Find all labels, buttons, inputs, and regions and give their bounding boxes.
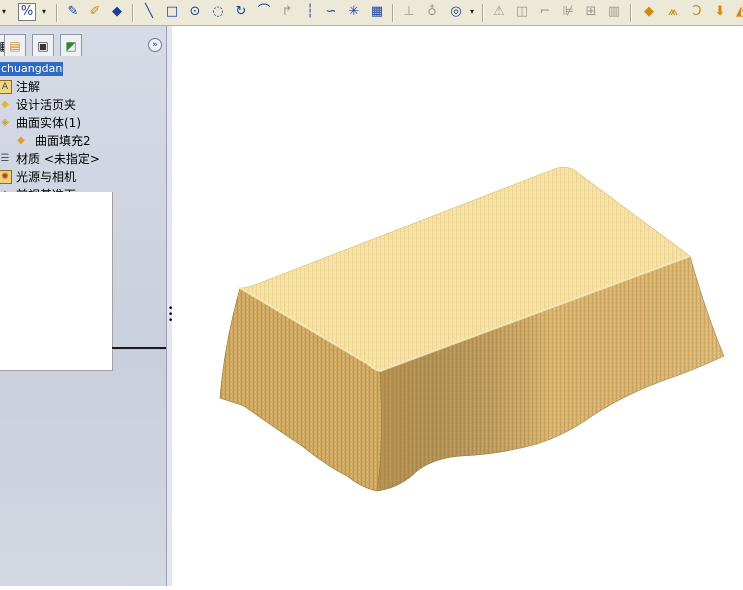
point-icon[interactable]: ✳ (345, 3, 363, 21)
toolbar-separator (482, 4, 484, 22)
tree-item-label: 曲面实体(1) (16, 116, 81, 130)
blank-popup-window (0, 192, 113, 371)
spline-icon[interactable]: ∽ (322, 3, 340, 21)
percent-dropdown-icon[interactable]: ▾ (40, 3, 48, 21)
tree-root[interactable]: chuangdan (0, 60, 166, 78)
revolve-surface-icon[interactable]: ⩕ (664, 3, 682, 21)
fillet-sketch-icon[interactable]: ↱ (278, 3, 296, 21)
reference-axis-icon[interactable]: ♁ (423, 3, 441, 21)
reference-plane-icon[interactable]: ⊥ (400, 3, 418, 21)
graphics-viewport[interactable] (172, 26, 743, 586)
trim-icon[interactable]: ⌐ (536, 3, 554, 21)
centerpoint-arc-icon[interactable]: ◌ (209, 3, 227, 21)
circle-icon[interactable]: ⊙ (186, 3, 204, 21)
tree-item-label: 曲面填充2 (35, 134, 91, 148)
three-point-arc-icon[interactable]: ⌒ (255, 3, 273, 21)
panel-tabs: ▦ ▤ ▣ ◩ » (0, 34, 166, 58)
filled-surface-icon: ◆ (17, 135, 25, 146)
design-binder-icon: ◆ (1, 99, 9, 110)
tree-item-label: 光源与相机 (16, 170, 77, 184)
tree-item-lights-cameras[interactable]: ✺ 光源与相机 (0, 168, 166, 186)
tree-item-label: 材质 <未指定> (16, 152, 100, 166)
toolbar-separator (630, 4, 632, 22)
centerline-icon[interactable]: ┆ (301, 3, 319, 21)
sweep-surface-icon[interactable]: Ↄ (688, 3, 706, 21)
main-toolbar: ▾ % ▾ ✎ ✐ ◆ ╲ □ ⊙ ◌ ↻ ⌒ ↱ ┆ ∽ ✳ ▦ ⊥ ♁ ◎ … (0, 0, 743, 26)
draft-icon[interactable]: ⚠ (490, 3, 508, 21)
percent-icon[interactable]: % (18, 3, 36, 21)
tree-item-annotations[interactable]: A 注解 (0, 78, 166, 96)
tree-item-material[interactable]: ☰ 材质 <未指定> (0, 150, 166, 168)
sketch-icon[interactable]: ✎ (64, 3, 82, 21)
offset-surface-icon[interactable]: ◫ (513, 3, 531, 21)
rollback-bar[interactable] (112, 347, 166, 350)
configuration-icon: ▣ (37, 38, 49, 53)
tree-item-label: 设计活页夹 (16, 98, 77, 112)
toolbar-separator (392, 4, 394, 22)
annotations-icon: A (0, 80, 12, 94)
toolbar-separator (132, 4, 134, 22)
tree-item-surface-bodies[interactable]: ◈ 曲面实体(1) (0, 114, 166, 132)
collapse-panel-button[interactable]: » (148, 38, 162, 52)
feature-tree: chuangdan A 注解 ◆ 设计活页夹 ◈ 曲面实体(1) ◆ 曲面填充2… (0, 60, 166, 204)
tab-property-manager[interactable]: ▤ (4, 34, 26, 56)
toolbar-separator (56, 4, 58, 22)
model-canvas[interactable] (172, 26, 743, 586)
linear-pattern-icon[interactable]: ⊞ (582, 3, 600, 21)
grid-icon[interactable]: ▦ (368, 3, 386, 21)
coordinate-system-icon[interactable]: ◎ (447, 3, 465, 21)
material-icon: ☰ (0, 153, 10, 164)
property-manager-icon: ▤ (9, 38, 21, 53)
display-manager-icon: ◩ (65, 38, 77, 53)
smart-dimension-icon[interactable]: ◆ (108, 3, 126, 21)
surface-bodies-icon: ◈ (1, 117, 9, 128)
rectangle-icon[interactable]: □ (163, 3, 181, 21)
tab-display-manager[interactable]: ◩ (60, 34, 82, 56)
3d-sketch-icon[interactable]: ✐ (86, 3, 104, 21)
tree-root-label: chuangdan (0, 62, 64, 76)
menu-dropdown-icon[interactable]: ▾ (0, 3, 8, 21)
extrude-surface-icon[interactable]: ◆ (640, 3, 658, 21)
tab-configuration-manager[interactable]: ▣ (32, 34, 54, 56)
tree-item-filled-surface[interactable]: ◆ 曲面填充2 (0, 132, 166, 150)
tree-item-design-binder[interactable]: ◆ 设计活页夹 (0, 96, 166, 114)
tangent-arc-icon[interactable]: ↻ (232, 3, 250, 21)
loft-surface-icon[interactable]: ⬇ (711, 3, 729, 21)
boundary-surface-icon[interactable]: ◭ (732, 3, 743, 21)
shell-icon[interactable]: ▥ (605, 3, 623, 21)
mirror-icon[interactable]: ⊯ (559, 3, 577, 21)
coordinate-dropdown-icon[interactable]: ▾ (468, 3, 476, 21)
line-icon[interactable]: ╲ (140, 3, 158, 21)
tree-item-label: 注解 (16, 80, 41, 94)
lights-cameras-icon: ✺ (0, 170, 12, 184)
